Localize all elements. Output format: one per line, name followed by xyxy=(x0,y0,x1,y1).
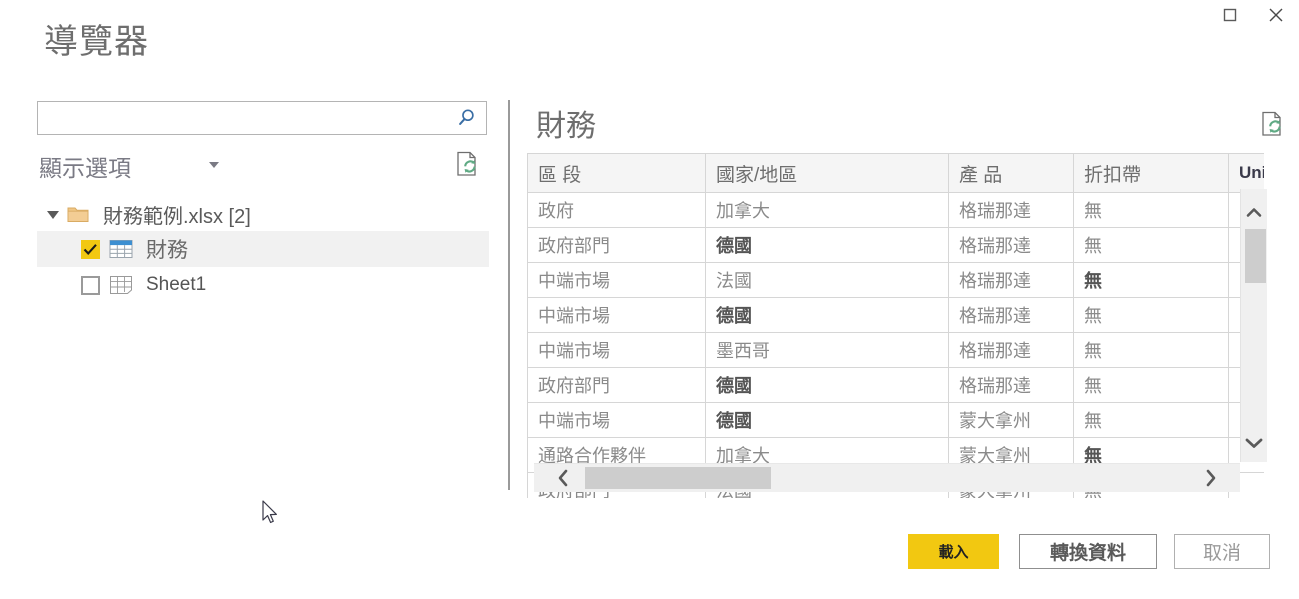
dialog-footer: 載入 轉換資料 取消 xyxy=(0,534,1299,574)
checkbox-sheet1[interactable] xyxy=(81,275,100,295)
folder-icon xyxy=(67,207,89,222)
scroll-thumb-horizontal[interactable] xyxy=(585,467,771,489)
column-header-country[interactable]: 國家/地區 xyxy=(705,153,949,193)
chevron-up-icon xyxy=(1246,207,1262,217)
table-row[interactable]: 政府部門 德國 格瑞那達 無 xyxy=(527,227,1264,263)
cell-segment: 政府部門 xyxy=(527,367,706,403)
checkbox-finance[interactable] xyxy=(81,239,100,259)
table-row[interactable]: 政府部門 德國 格瑞那達 無 xyxy=(527,367,1264,403)
cell-discount-band: 無 xyxy=(1073,297,1229,333)
preview-title: 財務 xyxy=(536,110,596,143)
preview-panel: 財務 區 段 國家/地區 產 品 折扣帶 Uni 政府 加拿大 格瑞那達 無 政… xyxy=(527,101,1281,498)
cell-segment: 政府部門 xyxy=(527,227,706,263)
cell-product: 格瑞那達 xyxy=(948,297,1074,333)
source-tree: 財務範例.xlsx [2] 財務 Sheet1 xyxy=(37,197,489,303)
load-button[interactable]: 載入 xyxy=(908,534,999,569)
scroll-left-button[interactable] xyxy=(548,464,578,492)
cancel-button[interactable]: 取消 xyxy=(1174,534,1270,569)
cell-segment: 中端市場 xyxy=(527,297,706,333)
scroll-up-button[interactable] xyxy=(1241,199,1267,225)
refresh-document-icon[interactable] xyxy=(455,151,479,177)
refresh-document-icon[interactable] xyxy=(1260,111,1284,137)
tree-item-sheet1[interactable]: Sheet1 xyxy=(37,267,489,303)
cell-product: 格瑞那達 xyxy=(948,367,1074,403)
cell-product: 格瑞那達 xyxy=(948,332,1074,368)
table-row[interactable]: 政府 加拿大 格瑞那達 無 xyxy=(527,192,1264,228)
expander-icon[interactable] xyxy=(45,209,61,219)
page-title: 導覽器 xyxy=(44,23,149,61)
close-icon xyxy=(1269,8,1283,22)
cell-country: 德國 xyxy=(705,367,949,403)
cell-segment: 中端市場 xyxy=(527,332,706,368)
column-header-units[interactable]: Uni xyxy=(1228,153,1264,193)
maximize-button[interactable] xyxy=(1207,0,1253,30)
cell-country: 墨西哥 xyxy=(705,332,949,368)
column-header-segment[interactable]: 區 段 xyxy=(527,153,706,193)
column-header-product[interactable]: 產 品 xyxy=(948,153,1074,193)
cell-discount-band: 無 xyxy=(1073,367,1229,403)
chevron-down-icon[interactable] xyxy=(209,162,219,168)
table-row[interactable]: 中端市場 法國 格瑞那達 無 xyxy=(527,262,1264,298)
maximize-icon xyxy=(1223,8,1237,22)
table-row[interactable]: 中端市場 德國 格瑞那達 無 xyxy=(527,297,1264,333)
table-body: 政府 加拿大 格瑞那達 無 政府部門 德國 格瑞那達 無 中端市場 法國 格瑞那… xyxy=(527,192,1264,498)
search-icon[interactable] xyxy=(456,107,478,129)
show-options-label[interactable]: 顯示選項 xyxy=(39,149,131,183)
cell-discount-band: 無 xyxy=(1073,192,1229,228)
tree-item-label: Sheet1 xyxy=(146,274,207,295)
cell-country: 德國 xyxy=(705,297,949,333)
cell-country: 法國 xyxy=(705,262,949,298)
scroll-thumb-vertical[interactable] xyxy=(1245,229,1266,283)
mouse-cursor xyxy=(262,500,277,524)
table-header-row: 區 段 國家/地區 產 品 折扣帶 Uni xyxy=(527,153,1264,193)
window-controls xyxy=(1207,0,1299,30)
scroll-down-button[interactable] xyxy=(1241,430,1267,456)
column-header-discount-band[interactable]: 折扣帶 xyxy=(1073,153,1229,193)
cell-discount-band: 無 xyxy=(1073,332,1229,368)
sheet-icon xyxy=(110,276,132,294)
preview-horizontal-scrollbar[interactable] xyxy=(534,463,1240,492)
cell-segment: 中端市場 xyxy=(527,262,706,298)
left-panel: 顯示選項 財務範例.xlsx [2] 財務 Sheet1 xyxy=(37,101,489,303)
cell-product: 格瑞那達 xyxy=(948,227,1074,263)
preview-table: 區 段 國家/地區 產 品 折扣帶 Uni 政府 加拿大 格瑞那達 無 政府部門 xyxy=(527,153,1264,498)
scroll-right-button[interactable] xyxy=(1196,464,1226,492)
cell-country: 德國 xyxy=(705,227,949,263)
close-button[interactable] xyxy=(1253,0,1299,30)
cell-country: 加拿大 xyxy=(705,192,949,228)
check-icon xyxy=(83,243,97,255)
table-row[interactable]: 中端市場 德國 蒙大拿州 無 xyxy=(527,402,1264,438)
preview-vertical-scrollbar[interactable] xyxy=(1240,189,1267,462)
cell-segment: 政府 xyxy=(527,192,706,228)
preview-header: 財務 xyxy=(534,101,1281,153)
cell-segment: 中端市場 xyxy=(527,402,706,438)
search-input[interactable] xyxy=(38,102,448,134)
table-row[interactable]: 中端市場 墨西哥 格瑞那達 無 xyxy=(527,332,1264,368)
tree-root-item[interactable]: 財務範例.xlsx [2] xyxy=(37,197,489,231)
cell-discount-band: 無 xyxy=(1073,262,1229,298)
cell-discount-band: 無 xyxy=(1073,227,1229,263)
preview-grid[interactable]: 區 段 國家/地區 產 品 折扣帶 Uni 政府 加拿大 格瑞那達 無 政府部門 xyxy=(527,153,1264,498)
chevron-right-icon xyxy=(1206,469,1216,487)
tree-item-label: 財務 xyxy=(146,239,188,262)
chevron-left-icon xyxy=(558,469,568,487)
transform-data-button[interactable]: 轉換資料 xyxy=(1019,534,1157,569)
search-box[interactable] xyxy=(37,101,487,135)
chevron-down-icon xyxy=(1245,438,1263,448)
cell-product: 格瑞那達 xyxy=(948,262,1074,298)
cell-product: 格瑞那達 xyxy=(948,192,1074,228)
display-options-row: 顯示選項 xyxy=(37,149,487,183)
table-icon xyxy=(109,240,133,258)
tree-item-finance[interactable]: 財務 xyxy=(37,231,489,267)
panel-divider xyxy=(508,100,510,490)
cell-product: 蒙大拿州 xyxy=(948,402,1074,438)
tree-root-label: 財務範例.xlsx [2] xyxy=(103,205,251,228)
cell-country: 德國 xyxy=(705,402,949,438)
cell-discount-band: 無 xyxy=(1073,402,1229,438)
